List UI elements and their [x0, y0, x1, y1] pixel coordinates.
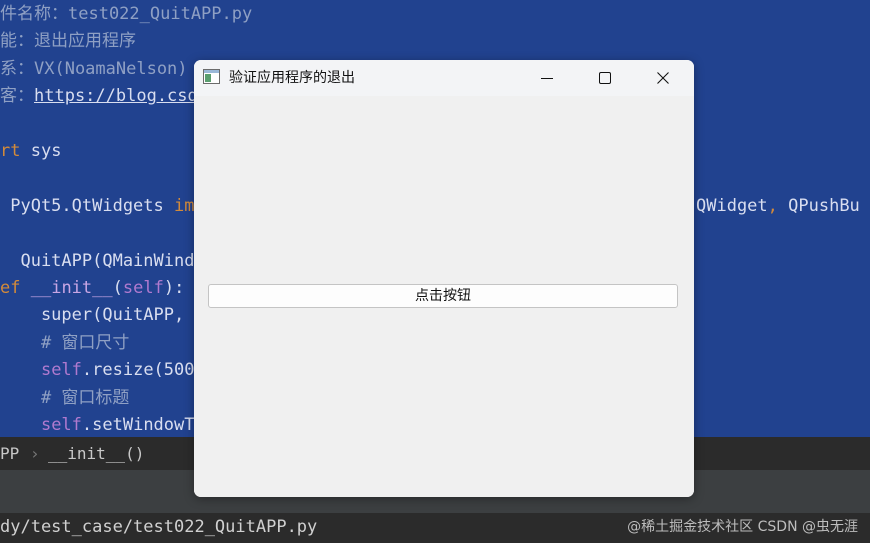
- code-token: .setWindowT: [81, 415, 195, 435]
- code-fragment-imports: QWidget, QPushBu: [696, 193, 860, 220]
- code-token: self: [40, 415, 82, 435]
- code-token: ,: [767, 196, 789, 216]
- app-icon: [203, 69, 220, 84]
- code-token: im: [174, 195, 195, 216]
- code-token: rt: [0, 141, 21, 161]
- window-title: 验证应用程序的退出: [229, 70, 355, 86]
- status-bar: dy/test_case/test022_QuitAPP.py @稀土掘金技术社…: [0, 513, 870, 543]
- close-icon: [657, 72, 669, 84]
- breadcrumb-method[interactable]: __init__(): [48, 437, 144, 470]
- code-line: 件名称：test022_QuitAPP.py: [0, 1, 252, 28]
- code-line: 能：退出应用程序: [0, 28, 136, 55]
- code-token: # 窗口标题: [0, 387, 130, 408]
- close-button[interactable]: [634, 60, 692, 96]
- code-line: rt sys: [0, 138, 61, 165]
- code-line: QuitAPP(QMainWind: [0, 248, 194, 275]
- code-token: QuitAPP(QMainWind: [0, 250, 195, 271]
- code-line: PyQt5.QtWidgets im: [0, 193, 194, 220]
- code-line: ef __init__(self):: [0, 275, 184, 302]
- code-token: super(QuitAPP,: [0, 305, 185, 326]
- code-token: 客：: [0, 86, 34, 107]
- code-line: 客：https://blog.csd: [0, 83, 198, 110]
- code-token: __init__: [30, 278, 113, 298]
- code-line: 系：VX(NoamaNelson): [0, 56, 188, 83]
- code-token: self: [40, 360, 82, 381]
- window-client-area: 点击按钮: [194, 96, 694, 497]
- code-token: QPushBu: [788, 196, 860, 216]
- code-line: self.setWindowT: [0, 412, 195, 439]
- code-token: 系：VX(NoamaNelson): [0, 58, 188, 79]
- code-token: ef: [0, 278, 21, 298]
- minimize-button[interactable]: [518, 60, 576, 96]
- code-line: self.resize(500: [0, 357, 195, 384]
- code-token: .resize(500: [81, 360, 195, 381]
- code-token: 件名称：test022_QuitAPP.py: [0, 4, 253, 24]
- code-token: ):: [163, 278, 185, 298]
- watermark: @稀土掘金技术社区 CSDN @虫无涯: [627, 519, 858, 535]
- code-token: (: [112, 278, 123, 298]
- code-token: https://blog.csd: [34, 86, 198, 107]
- app-window: 验证应用程序的退出 点击按钮: [194, 60, 694, 497]
- code-token: 能：退出应用程序: [0, 31, 136, 52]
- breadcrumb-separator: ›: [30, 444, 40, 463]
- push-button[interactable]: 点击按钮: [208, 284, 678, 308]
- maximize-button[interactable]: [576, 60, 634, 96]
- file-path: dy/test_case/test022_QuitAPP.py: [0, 517, 318, 537]
- code-line: # 窗口标题: [0, 385, 129, 412]
- code-token: self: [122, 278, 164, 298]
- maximize-icon: [599, 72, 611, 84]
- breadcrumb-class[interactable]: PP: [0, 437, 19, 470]
- code-line: super(QuitAPP,: [0, 302, 184, 329]
- minimize-icon: [541, 78, 553, 79]
- window-titlebar[interactable]: 验证应用程序的退出: [194, 60, 694, 96]
- code-token: PyQt5.QtWidgets: [0, 195, 174, 216]
- code-line: # 窗口尺寸: [0, 330, 129, 357]
- code-token: # 窗口尺寸: [0, 332, 130, 353]
- code-token: QWidget: [696, 196, 768, 216]
- code-token: sys: [20, 141, 62, 161]
